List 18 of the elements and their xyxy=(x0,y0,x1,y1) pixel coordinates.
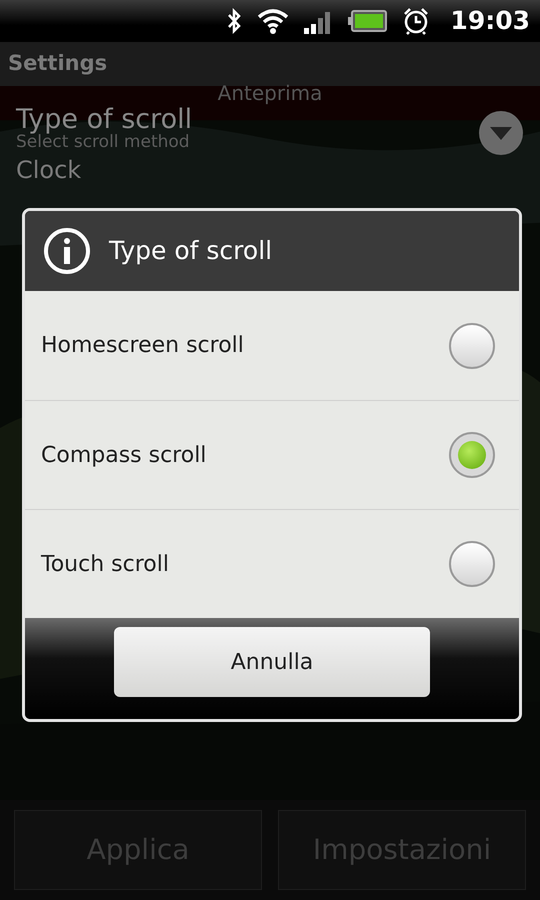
screen-title: Settings xyxy=(8,50,108,78)
wifi-icon xyxy=(256,8,290,34)
radio-button[interactable] xyxy=(449,541,495,587)
bluetooth-icon xyxy=(226,7,242,35)
option-row[interactable]: Homescreen scroll xyxy=(25,291,519,400)
preview-label: Anteprima xyxy=(218,82,322,104)
info-icon xyxy=(43,227,91,275)
clock-label: Clock xyxy=(15,156,82,184)
setting-summary: Select scroll method xyxy=(16,132,191,154)
option-row[interactable]: Compass scroll xyxy=(25,400,519,509)
setting-title: Type of scroll xyxy=(16,104,192,135)
cancel-button[interactable]: Annulla xyxy=(114,627,430,697)
battery-icon xyxy=(348,9,388,33)
dialog-title: Type of scroll xyxy=(109,235,272,268)
radio-button[interactable] xyxy=(449,432,495,478)
clock-time: 19:03 xyxy=(450,5,530,38)
alarm-clock-icon xyxy=(402,7,430,35)
radio-button[interactable] xyxy=(449,322,495,368)
